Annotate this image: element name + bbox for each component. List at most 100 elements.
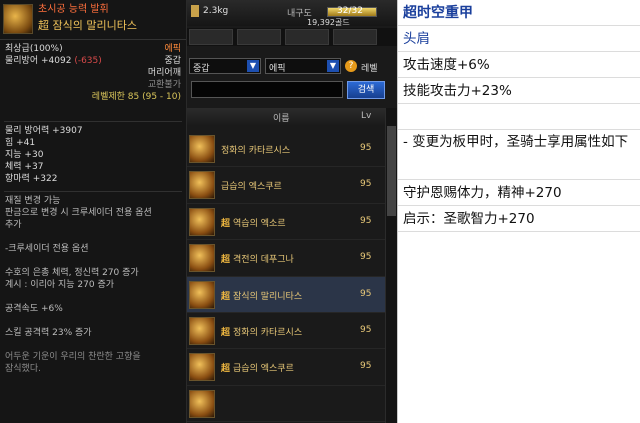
slot: 머리어깨 [147,68,181,78]
item-name-text: 격전의 데푸그나 [233,255,294,266]
stat-line: 지능 +30 [5,150,44,160]
list-item[interactable]: 超 급습의 엑스쿠르 95 [187,349,397,386]
level-filter-label: 레벨 [361,64,378,74]
item-name-text: 역습의 엑소르 [233,218,286,229]
chevron-down-icon: ▼ [247,60,259,72]
note-slot: 头肩 [398,26,640,52]
divider [4,121,182,122]
tab[interactable] [189,29,233,45]
tab[interactable] [237,29,281,45]
crusader-line: 계시 : 이리아 지능 270 증가 [5,280,115,290]
item-name: 정화의 카타르시스 [221,143,290,156]
category-tabs [187,28,397,46]
list-item[interactable] [187,386,397,423]
item-level: 95 [360,288,372,299]
tooltip-header: 초시공 능력 발휘 超 잠식의 말리니타스 [0,0,186,40]
flavor-line: 잠식했다. [5,364,41,374]
armor-icon [189,244,215,273]
attack-speed: 공격속도 +6% [5,304,63,314]
item-name: 급습의 엑스쿠르 [221,179,282,192]
material-line: 판금으로 변경 시 크루세이더 전용 옵션 [5,208,152,218]
item-level: 95 [360,179,372,190]
armor-icon [189,280,215,309]
item-prefix: 超 [221,218,231,229]
flavor-line: 어두운 기운이 우리의 찬란한 고향을 [5,352,141,362]
material-line: 재질 변경 가능 [5,196,61,206]
item-level: 95 [360,324,372,335]
skill-attack: 스킬 공격력 23% 증가 [5,328,92,338]
stat-line: 항마력 +322 [5,174,58,184]
search-button[interactable]: 검색 [347,81,385,99]
item-name: 超 정화의 카타르시스 [221,325,302,338]
note-title: 超时空重甲 [398,0,640,26]
slot-row: 머리어깨 [0,67,186,79]
list-item[interactable]: 급습의 엑스쿠르 95 [187,167,397,204]
armor-icon [189,171,215,200]
item-prefix: 超 [221,364,231,375]
rarity: 에픽 [164,44,181,54]
armor-icon [3,4,33,34]
list-header: 이름 Lv [187,108,397,125]
armor-icon [189,316,215,345]
stat-line: 힘 +41 [5,138,36,148]
phys-def: 물리방어 +4092 [5,56,72,66]
armor-icon [189,135,215,163]
tab[interactable] [285,29,329,45]
list-item[interactable]: 超 역습의 엑소르 95 [187,204,397,241]
note-attack-speed: 攻击速度+6% [398,52,640,78]
item-name-text: 급습의 엑스쿠르 [233,364,294,375]
item-name: 超 잠식의 말리니타스 [221,289,302,302]
gold-amount: 19,392골드 [307,18,350,27]
trade-status: 교환불가 [147,80,181,90]
item-name-text: 잠식의 말리니타스 [233,291,303,302]
item-name: 超 역습의 엑소르 [221,216,286,229]
note-guard: 守护恩赐体力，精神+270 [398,180,640,206]
search-input[interactable] [191,81,343,98]
stat-line: 물리 방어력 +3907 [5,126,83,136]
crusader-header: -크루세이더 전용 옵션 [5,244,89,254]
item-prefix: 超 [221,327,231,338]
rarity-select-value: 에픽 [269,64,286,74]
tooltip-tag: 초시공 능력 발휘 [38,4,109,15]
divider [4,191,182,192]
column-name[interactable]: 이름 [273,111,290,124]
help-icon[interactable]: ? [345,60,357,72]
item-name-text: 정화의 카타르시스 [233,327,303,338]
column-level[interactable]: Lv [361,111,371,121]
note-blank [398,104,640,130]
list-item[interactable]: 超 잠식의 말리니타스 95 [187,276,397,313]
rarity-select[interactable]: 에픽 ▼ [265,58,341,74]
window-topbar: 2.3kg 내구도 32/32 [187,0,397,26]
auction-window: 2.3kg 내구도 32/32 19,392골드 중갑 ▼ 에픽 ▼ ? 레벨 … [187,0,397,423]
scrollbar-thumb[interactable] [387,126,396,216]
tab[interactable] [333,29,377,45]
list-item[interactable]: 超 격전의 데푸그나 95 [187,240,397,277]
item-name: 超 급습의 엑스쿠르 [221,361,294,374]
item-list: 정화의 카타르시스 95 급습의 엑스쿠르 95 超 역습의 엑소르 95 超 격전의 데푸그나… [187,131,397,423]
armor-icon [189,353,215,382]
list-item[interactable]: 정화의 카타르시스 95 [187,131,397,168]
trade-row: 교환불가 [0,79,186,91]
armor-icon [189,207,215,236]
item-prefix: 超 [221,291,231,302]
item-level: 95 [360,143,372,153]
item-level: 95 [360,215,372,226]
list-item[interactable]: 超 정화의 카타르시스 95 [187,313,397,350]
item-level: 95 [360,361,372,372]
type-select[interactable]: 중갑 ▼ [189,58,261,74]
durability-value: 32/32 [337,6,363,16]
material-line: 추가 [5,220,22,230]
type-select-value: 중갑 [193,64,210,74]
item-name-text: 정화의 카타르시스 [221,146,291,156]
filter-bar: 중갑 ▼ 에픽 ▼ ? 레벨 [187,56,397,76]
item-level: 95 [360,252,372,263]
scrollbar[interactable] [385,108,397,423]
level-req-row: 레벨제한 85 (95 - 10) [0,91,186,103]
stat-line: 체력 +37 [5,162,44,172]
note-change: - 变更为板甲时，圣骑士享用属性如下 [398,130,640,180]
grade: 최상급(100%) [5,44,63,54]
weight-class: 중갑 [164,56,181,66]
item-name-text: 급습의 엑스쿠르 [221,182,282,193]
note-revelation: 启示：圣歌智力+270 [398,206,640,232]
armor-icon [189,389,215,418]
